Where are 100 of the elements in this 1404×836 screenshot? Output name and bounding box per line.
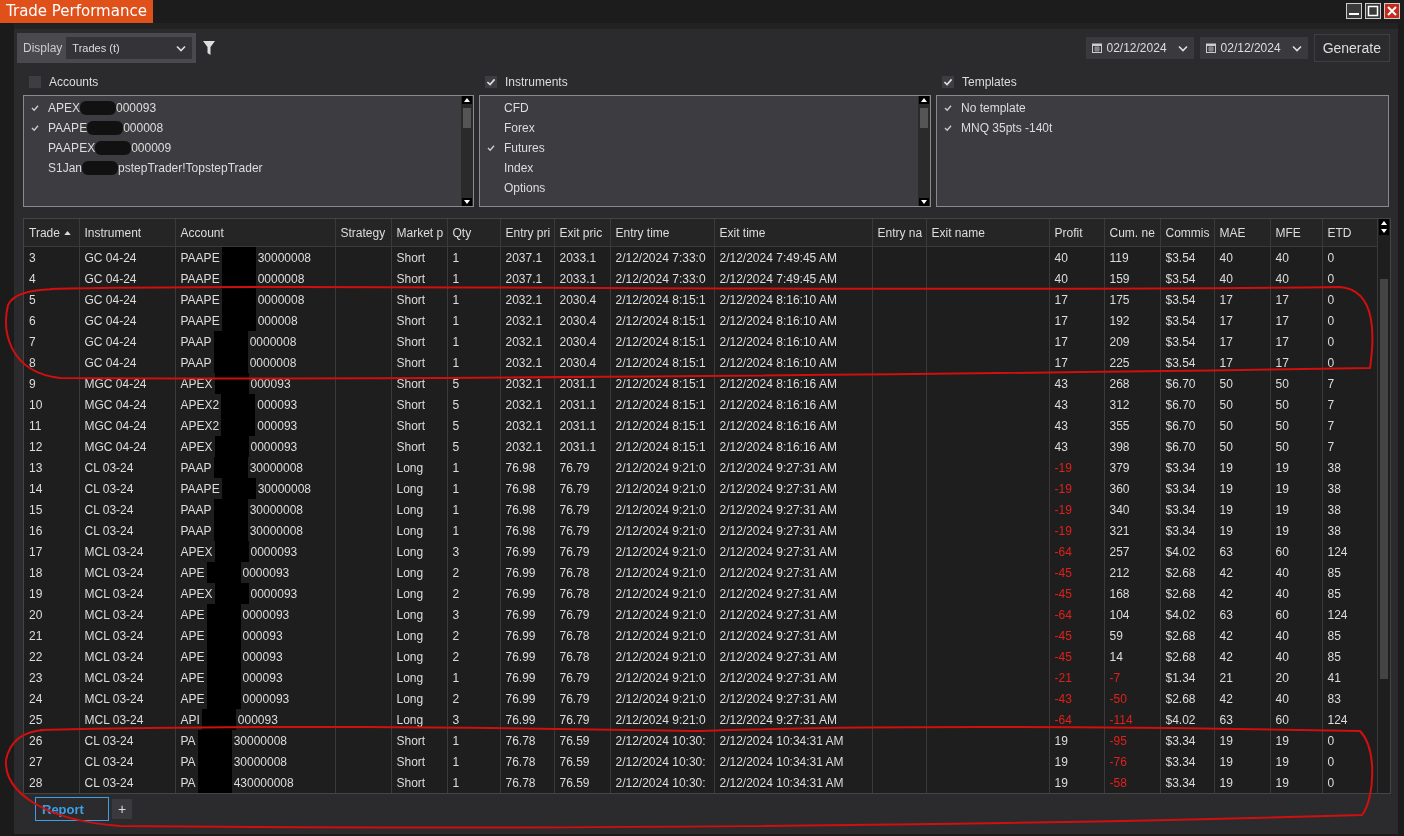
chevron-down-icon[interactable] bbox=[1291, 44, 1302, 52]
table-cell: 13 bbox=[29, 460, 43, 475]
filter-icon[interactable] bbox=[203, 41, 216, 55]
minimize-icon[interactable] bbox=[1346, 3, 1362, 19]
account-name-start[interactable]: APEX bbox=[48, 101, 80, 115]
list-item-label[interactable]: CFD bbox=[504, 101, 529, 115]
column-header[interactable]: MFE bbox=[1270, 219, 1322, 247]
column-header[interactable]: MAE bbox=[1214, 219, 1270, 247]
chevron-down-icon[interactable] bbox=[176, 44, 187, 52]
column-header[interactable]: Account bbox=[175, 219, 335, 247]
table-cell: 2/12/2024 9:21:0 bbox=[615, 691, 706, 706]
table-cell: 2/12/2024 7:49:45 AM bbox=[719, 271, 837, 286]
column-header[interactable]: Profit bbox=[1049, 219, 1104, 247]
column-header[interactable]: Qty bbox=[447, 219, 500, 247]
column-header[interactable]: Entry pri bbox=[500, 219, 554, 247]
checkbox[interactable] bbox=[485, 76, 497, 88]
column-header[interactable]: Entry na bbox=[872, 219, 926, 247]
list-item-label[interactable]: Forex bbox=[504, 121, 535, 135]
account-end: 30000008 bbox=[249, 460, 303, 475]
calendar-icon[interactable] bbox=[1205, 43, 1216, 53]
table-cell: Long bbox=[396, 691, 424, 706]
table-cell: 17 bbox=[1219, 292, 1233, 307]
scroll-up-icon[interactable] bbox=[462, 96, 472, 104]
account-name-end[interactable]: 000009 bbox=[131, 141, 172, 155]
column-header[interactable]: Trade bbox=[24, 219, 79, 247]
add-tab-button[interactable]: + bbox=[112, 799, 132, 819]
table-cell: 2032.1 bbox=[505, 355, 543, 370]
chevron-down-icon[interactable] bbox=[1177, 44, 1188, 52]
table-cell: -45 bbox=[1054, 586, 1072, 601]
column-header[interactable]: Instrument bbox=[79, 219, 175, 247]
account-name-end[interactable]: pstepTrader!TopstepTrader bbox=[118, 161, 263, 175]
generate-button[interactable]: Generate bbox=[1313, 34, 1390, 62]
table-cell: 2/12/2024 8:16:10 AM bbox=[719, 355, 837, 370]
table-cell: MCL 03-24 bbox=[84, 649, 144, 664]
column-header[interactable]: Exit time bbox=[714, 219, 872, 247]
scrollbar[interactable] bbox=[918, 96, 930, 206]
column-header[interactable]: Entry time bbox=[610, 219, 714, 247]
table-cell: 6 bbox=[29, 313, 36, 328]
table-cell: 25 bbox=[29, 712, 43, 727]
redaction-scribble bbox=[87, 121, 124, 135]
checkbox[interactable] bbox=[942, 76, 954, 88]
list-item-label[interactable]: Options bbox=[504, 181, 546, 195]
account-end: 000093 bbox=[257, 418, 298, 433]
table-cell: 19 bbox=[1219, 754, 1233, 769]
table-cell: 7 bbox=[1327, 397, 1335, 412]
maximize-icon[interactable] bbox=[1365, 3, 1381, 19]
account-name-start[interactable]: PAAPEX bbox=[48, 141, 96, 155]
start-date-picker[interactable]: 02/12/2024 bbox=[1085, 37, 1194, 59]
scroll-thumb[interactable] bbox=[920, 108, 928, 128]
column-header[interactable]: Exit pric bbox=[554, 219, 610, 247]
table-cell: $3.54 bbox=[1165, 355, 1196, 370]
column-header[interactable]: Strategy bbox=[335, 219, 391, 247]
close-icon[interactable] bbox=[1384, 3, 1400, 19]
table-cell: $2.68 bbox=[1165, 628, 1196, 643]
table-cell: 15 bbox=[29, 502, 43, 517]
table-cell: 76.99 bbox=[505, 565, 536, 580]
account-start: PA bbox=[180, 754, 196, 769]
column-header[interactable]: Cum. ne bbox=[1104, 219, 1160, 247]
scroll-down-icon[interactable] bbox=[1378, 227, 1389, 235]
account-name-end[interactable]: 000008 bbox=[123, 121, 164, 135]
column-header[interactable]: Market p bbox=[391, 219, 447, 247]
scrollbar[interactable] bbox=[461, 96, 473, 206]
list-item-label[interactable]: Index bbox=[504, 161, 534, 175]
display-dropdown[interactable]: Trades (t) bbox=[66, 37, 193, 59]
calendar-icon[interactable] bbox=[1091, 43, 1102, 53]
table-cell: 2/12/2024 9:21:0 bbox=[615, 523, 706, 538]
list-item-label[interactable]: No template bbox=[961, 101, 1026, 115]
table-cell: 2031.1 bbox=[559, 439, 597, 454]
table-cell: 18 bbox=[29, 565, 43, 580]
scroll-thumb[interactable] bbox=[1379, 279, 1388, 679]
table-cell: 0 bbox=[1327, 355, 1335, 370]
table-cell: 40 bbox=[1054, 250, 1068, 265]
check-icon[interactable] bbox=[486, 143, 496, 153]
table-cell: 76.78 bbox=[559, 628, 590, 643]
scroll-thumb[interactable] bbox=[463, 108, 471, 128]
table-cell: 1 bbox=[452, 775, 460, 790]
table-cell: 76.59 bbox=[559, 733, 590, 748]
scroll-up-icon[interactable] bbox=[1378, 219, 1389, 227]
scroll-down-icon[interactable] bbox=[462, 198, 472, 206]
column-header[interactable]: Exit name bbox=[926, 219, 1049, 247]
scroll-up-icon[interactable] bbox=[919, 96, 929, 104]
table-cell: 2/12/2024 9:21:0 bbox=[615, 607, 706, 622]
account-name-end[interactable]: 000093 bbox=[116, 101, 157, 115]
table-cell: 4 bbox=[29, 271, 36, 286]
table-cell: 19 bbox=[1054, 775, 1068, 790]
table-cell: 1 bbox=[452, 481, 460, 496]
table-cell: 76.79 bbox=[559, 544, 590, 559]
scroll-down-icon[interactable] bbox=[919, 198, 929, 206]
list-item-label[interactable]: Futures bbox=[504, 141, 545, 155]
account-name-start[interactable]: PAAPE bbox=[48, 121, 88, 135]
column-header[interactable]: Commis bbox=[1160, 219, 1214, 247]
table-cell: 2031.1 bbox=[559, 418, 597, 433]
table-cell: 19 bbox=[1219, 733, 1233, 748]
table-cell: 40 bbox=[1219, 250, 1233, 265]
end-date-picker[interactable]: 02/12/2024 bbox=[1199, 37, 1308, 59]
list-item-label[interactable]: MNQ 35pts -140t bbox=[961, 121, 1053, 135]
column-header[interactable]: ETD bbox=[1322, 219, 1377, 247]
account-name-start[interactable]: S1Jan bbox=[48, 161, 83, 175]
table-cell: $6.70 bbox=[1165, 376, 1196, 391]
redaction-scribble bbox=[197, 730, 232, 751]
